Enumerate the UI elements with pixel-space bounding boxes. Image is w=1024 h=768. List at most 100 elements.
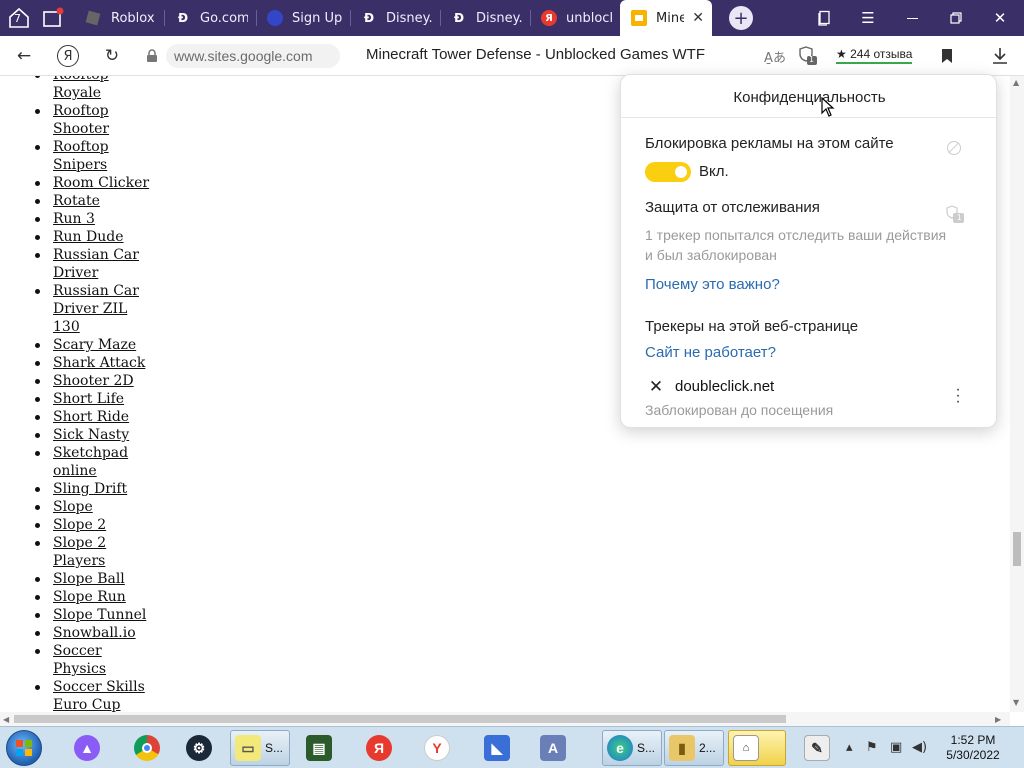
volume-icon[interactable]: ◀) — [912, 740, 927, 755]
tab-sign-up[interactable]: Sign Up — [256, 0, 350, 36]
start-button[interactable] — [6, 730, 42, 766]
ad-block-heading: Блокировка рекламы на этом сайте — [645, 135, 894, 152]
taskbar-pen[interactable]: ✎ — [804, 730, 834, 766]
why-important-link[interactable]: Почему это важно? — [645, 276, 780, 293]
site-info-button[interactable] — [139, 43, 165, 69]
privacy-badge: 1 — [809, 55, 815, 64]
scroll-left-arrow-icon[interactable]: ◀ — [3, 715, 9, 724]
menu-button[interactable]: ☰ — [846, 0, 890, 36]
taskbar-yandex[interactable]: Y — [424, 730, 454, 766]
new-window-button[interactable] — [40, 5, 66, 31]
game-link[interactable]: Room Clicker — [53, 175, 149, 191]
taskbar-app-sail[interactable]: ◣ — [484, 730, 514, 766]
translate-button[interactable]: A̱あ — [762, 43, 788, 69]
tab-go-com[interactable]: Ð Go.com — [164, 0, 256, 36]
game-link[interactable]: Scary Maze — [53, 337, 136, 353]
game-list-item: Snowball.io — [35, 624, 153, 642]
game-link[interactable]: Rooftop Snipers — [53, 139, 109, 173]
tab-unblock[interactable]: Я unblock — [530, 0, 620, 36]
close-tab-icon[interactable]: ✕ — [692, 10, 704, 26]
scroll-down-arrow-icon[interactable]: ▼ — [1013, 698, 1019, 707]
game-link[interactable]: Run 3 — [53, 211, 95, 227]
bookmark-button[interactable] — [934, 43, 960, 69]
clock[interactable]: 1:52 PM 5/30/2022 — [934, 733, 1012, 763]
folder-icon: ▮ — [669, 735, 695, 761]
game-link[interactable]: Slope 2 — [53, 517, 106, 533]
back-button[interactable]: ← — [11, 43, 37, 69]
tracker-status: Заблокирован до посещения — [645, 402, 834, 418]
game-link[interactable]: Rooftop Shooter — [53, 103, 109, 137]
game-link[interactable]: Snowball.io — [53, 625, 136, 641]
network-icon[interactable]: ▣ — [890, 740, 902, 755]
game-link[interactable]: Slope Ball — [53, 571, 125, 587]
tab-roblox[interactable]: Roblox — [76, 0, 164, 36]
disney-favicon: Ð — [363, 11, 375, 25]
tab-disney-1[interactable]: Ð Disney.c — [350, 0, 440, 36]
scroll-right-arrow-icon[interactable]: ▶ — [995, 715, 1001, 724]
game-link[interactable]: Short Life — [53, 391, 124, 407]
lock-icon — [147, 49, 157, 62]
game-link[interactable]: Sick Nasty — [53, 427, 129, 443]
game-link[interactable]: Short Ride — [53, 409, 129, 425]
new-tab-button[interactable]: + — [729, 6, 753, 30]
taskbar-media-app[interactable]: ⌂ — [728, 730, 786, 766]
game-link[interactable]: Russian Car Driver — [53, 247, 139, 281]
site-broken-link[interactable]: Сайт не работает? — [645, 344, 776, 361]
flag-icon[interactable]: ⚑ — [866, 740, 878, 755]
game-list-item: Slope — [35, 498, 153, 516]
minimize-button[interactable] — [890, 0, 934, 36]
game-list-item: Soccer Skills Euro Cup — [35, 678, 153, 712]
vertical-scrollbar[interactable]: ▲ ▼ — [1010, 76, 1024, 712]
game-link[interactable]: Shooter 2D — [53, 373, 134, 389]
game-link[interactable]: Slope 2 Players — [53, 535, 106, 569]
tab-minecraft-active[interactable]: Mine ✕ — [620, 0, 712, 36]
taskbar-app-a[interactable]: A — [540, 730, 570, 766]
yandex-button[interactable]: Я — [55, 43, 81, 69]
game-list-item: Shark Attack — [35, 354, 153, 372]
vertical-scroll-thumb[interactable] — [1013, 532, 1021, 566]
privacy-button[interactable]: 1 — [795, 43, 821, 69]
url-field[interactable]: www.sites.google.com — [166, 44, 340, 68]
game-link[interactable]: Russian Car Driver ZIL 130 — [53, 283, 139, 335]
restore-button[interactable] — [934, 0, 978, 36]
horizontal-scroll-thumb[interactable] — [14, 715, 786, 723]
taskbar-edge[interactable]: e S... — [602, 730, 662, 766]
address-bar: ← Я ↻ www.sites.google.com Minecraft Tow… — [0, 36, 1024, 76]
game-link[interactable]: Rooftop Royale — [53, 76, 109, 101]
taskbar-sticky-notes[interactable]: ▭ S... — [230, 730, 290, 766]
game-link[interactable]: Sketchpad online — [53, 445, 128, 479]
tab-disney-2[interactable]: Ð Disney.c — [440, 0, 530, 36]
reload-button[interactable]: ↻ — [99, 43, 125, 69]
game-link[interactable]: Sling Drift — [53, 481, 127, 497]
taskbar-alice[interactable]: ▲ — [74, 730, 104, 766]
tracker-blocked-icon[interactable]: ✕ — [647, 377, 665, 396]
game-list-item: Russian Car Driver ZIL 130 — [35, 282, 153, 336]
taskbar-yandex-browser[interactable]: Я — [366, 730, 396, 766]
taskbar-folder[interactable]: ▮ 2... — [664, 730, 724, 766]
downloads-button[interactable] — [987, 43, 1013, 69]
taskbar-steam[interactable]: ⚙ — [186, 730, 216, 766]
tracker-menu-button[interactable]: · · · — [953, 382, 963, 410]
clock-time: 1:52 PM — [950, 733, 996, 747]
horizontal-scrollbar[interactable]: ◀ ▶ — [0, 712, 1010, 726]
font-app-icon: A — [540, 735, 566, 761]
game-link[interactable]: Shark Attack — [53, 355, 145, 371]
game-list-item: Rooftop Shooter — [35, 102, 153, 138]
game-link[interactable]: Slope Tunnel — [53, 607, 146, 623]
game-link[interactable]: Run Dude — [53, 229, 124, 245]
tab-manager-button[interactable]: 7 — [6, 5, 32, 31]
scroll-up-arrow-icon[interactable]: ▲ — [1013, 78, 1019, 87]
collections-button[interactable] — [802, 0, 846, 36]
close-window-button[interactable]: ✕ — [978, 0, 1022, 36]
tray-expand-icon[interactable]: ▴ — [846, 740, 853, 755]
game-link[interactable]: Slope — [53, 499, 93, 515]
game-link[interactable]: Soccer Skills Euro Cup — [53, 679, 145, 712]
game-link[interactable]: Slope Run — [53, 589, 126, 605]
tracker-name: doubleclick.net — [675, 378, 775, 395]
reviews-badge[interactable]: ★ 244 отзыва — [836, 47, 913, 64]
game-link[interactable]: Soccer Physics — [53, 643, 106, 677]
taskbar-monitor[interactable]: ▤ — [306, 730, 336, 766]
taskbar-chrome[interactable] — [134, 730, 164, 766]
ad-block-toggle[interactable] — [645, 162, 691, 182]
game-link[interactable]: Rotate — [53, 193, 100, 209]
